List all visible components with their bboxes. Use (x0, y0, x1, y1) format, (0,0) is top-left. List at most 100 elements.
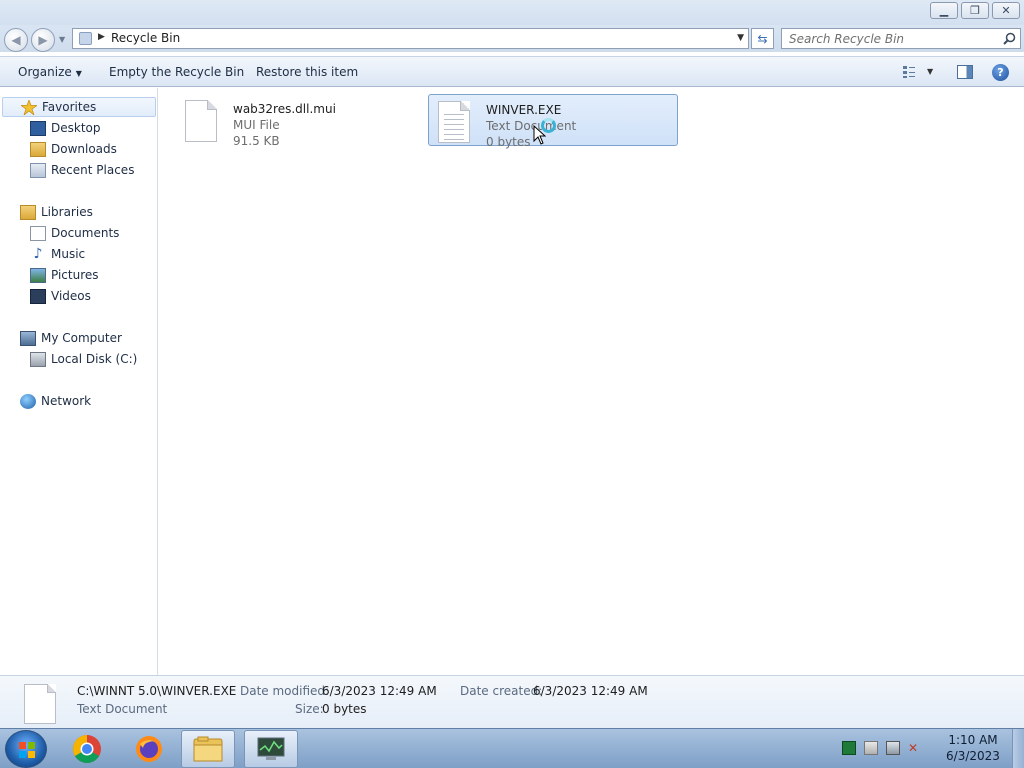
nav-item-videos[interactable]: Videos (30, 286, 91, 306)
recent-pages-dropdown[interactable]: ▼ (59, 35, 65, 44)
file-icon (185, 100, 217, 142)
close-button[interactable]: ✕ (992, 2, 1020, 19)
file-size: 0 bytes (486, 135, 531, 149)
details-modified-label: Date modified: (240, 684, 330, 698)
taskbar-firefox[interactable] (122, 730, 176, 768)
restore-button[interactable]: ❐ (961, 2, 989, 19)
libraries-icon (20, 204, 36, 220)
clock-date: 6/3/2023 (946, 749, 1000, 763)
search-input[interactable]: Search Recycle Bin (781, 28, 1021, 49)
taskbar-clock[interactable]: 1:10 AM 6/3/2023 (940, 732, 1006, 764)
organize-button[interactable]: Organize ▼ (18, 65, 82, 79)
nav-item-label: Pictures (51, 268, 99, 282)
tray-app-icon[interactable] (842, 741, 856, 755)
nav-item-label: Downloads (51, 142, 117, 156)
desktop-icon (30, 120, 46, 136)
file-type: MUI File (233, 118, 280, 132)
search-icon[interactable] (1003, 32, 1016, 45)
system-tray: ✕ (842, 741, 922, 755)
empty-recycle-bin-button[interactable]: Empty the Recycle Bin (109, 65, 244, 79)
music-icon: ♪ (33, 245, 43, 262)
command-bar: Organize ▼ Empty the Recycle Bin Restore … (0, 56, 1024, 87)
firefox-icon (136, 736, 162, 762)
refresh-button[interactable]: ⇆ (751, 28, 774, 49)
file-type: Text Document (486, 119, 577, 133)
nav-my-computer[interactable]: My Computer (20, 328, 122, 348)
folder-icon (193, 736, 223, 762)
nav-item-desktop[interactable]: Desktop (30, 118, 101, 138)
nav-item-label: Local Disk (C:) (51, 352, 138, 366)
windows-logo-icon (19, 742, 35, 758)
chevron-down-icon: ▼ (75, 69, 82, 78)
navigation-pane: Favorites Desktop Downloads Recent Place… (0, 88, 158, 675)
change-view-icon[interactable] (902, 65, 916, 79)
address-bar[interactable]: ▶ Recycle Bin ▼ (72, 28, 749, 49)
details-created-label: Date created: (460, 684, 543, 698)
file-tile[interactable]: wab32res.dll.mui MUI File 91.5 KB (176, 94, 426, 148)
downloads-folder-icon (30, 141, 46, 157)
details-modified-value: 6/3/2023 12:49 AM (322, 684, 437, 698)
restore-item-button[interactable]: Restore this item (256, 65, 358, 79)
busy-spinner-icon (541, 118, 556, 133)
volume-muted-icon[interactable]: ✕ (908, 741, 922, 755)
nav-libraries[interactable]: Libraries (20, 202, 93, 222)
nav-item-label: Music (51, 247, 86, 261)
nav-item-local-disk[interactable]: Local Disk (C:) (30, 349, 137, 369)
preview-pane-icon[interactable] (957, 65, 973, 79)
breadcrumb-arrow-icon[interactable]: ▶ (98, 32, 105, 42)
chrome-icon (73, 735, 101, 763)
back-button[interactable]: ◀ (4, 28, 28, 52)
pictures-icon (30, 267, 46, 283)
details-file-icon (24, 684, 56, 724)
file-list-area[interactable]: wab32res.dll.mui MUI File 91.5 KB WINVER… (159, 88, 1024, 675)
back-arrow-icon: ◀ (11, 33, 21, 47)
nav-item-label: Recent Places (51, 163, 135, 177)
network-status-icon[interactable] (886, 741, 900, 755)
nav-item-downloads[interactable]: Downloads (30, 139, 117, 159)
text-document-icon (438, 101, 470, 143)
view-options-dropdown-icon[interactable]: ▼ (927, 67, 933, 76)
taskbar-chrome[interactable] (60, 730, 114, 768)
forward-button[interactable]: ▶ (31, 28, 55, 52)
star-icon (19, 98, 39, 116)
nav-favorites[interactable]: Favorites (2, 97, 156, 117)
action-center-flag-icon[interactable] (864, 741, 878, 755)
show-desktop-button[interactable] (1012, 729, 1024, 768)
nav-favorites-label: Favorites (42, 100, 97, 114)
videos-icon (30, 288, 46, 304)
nav-computer-label: My Computer (41, 331, 122, 345)
minimize-button[interactable]: ▁ (930, 2, 958, 19)
nav-network[interactable]: Network (20, 391, 91, 411)
search-placeholder: Search Recycle Bin (789, 32, 905, 46)
nav-network-label: Network (41, 394, 92, 408)
start-button[interactable] (5, 730, 47, 768)
recycle-bin-icon (79, 32, 92, 45)
nav-item-recent-places[interactable]: Recent Places (30, 160, 134, 180)
minimize-icon: ▁ (939, 4, 949, 17)
taskbar-windows-explorer[interactable] (181, 730, 235, 768)
monitor-icon (257, 737, 285, 760)
file-size: 91.5 KB (233, 134, 280, 148)
clock-time: 1:10 AM (948, 733, 998, 747)
recent-places-icon (30, 162, 46, 178)
file-name: WINVER.EXE (486, 103, 562, 117)
nav-item-documents[interactable]: Documents (30, 223, 119, 243)
nav-item-label: Videos (51, 289, 91, 303)
documents-icon (30, 225, 46, 241)
organize-label: Organize (18, 65, 72, 79)
address-dropdown-icon[interactable]: ▼ (737, 33, 744, 43)
caption-buttons: ▁ ❐ ✕ (930, 2, 1020, 19)
help-icon[interactable]: ? (992, 64, 1009, 81)
nav-item-pictures[interactable]: Pictures (30, 265, 99, 285)
details-type: Text Document (77, 702, 168, 716)
breadcrumb-location[interactable]: Recycle Bin (111, 31, 180, 45)
details-pane: C:\WINNT 5.0\WINVER.EXE Text Document Da… (0, 675, 1024, 728)
details-created-value: 6/3/2023 12:49 AM (533, 684, 648, 698)
taskbar: ✕ 1:10 AM 6/3/2023 (0, 728, 1024, 768)
taskbar-system-monitor[interactable] (244, 730, 298, 768)
nav-libraries-label: Libraries (41, 205, 93, 219)
nav-item-music[interactable]: ♪ Music (30, 244, 86, 264)
close-icon: ✕ (1001, 4, 1011, 17)
nav-item-label: Desktop (51, 121, 101, 135)
address-row: ◀ ▶ ▼ ▶ Recycle Bin ▼ ⇆ Search Recycle B… (0, 25, 1024, 52)
